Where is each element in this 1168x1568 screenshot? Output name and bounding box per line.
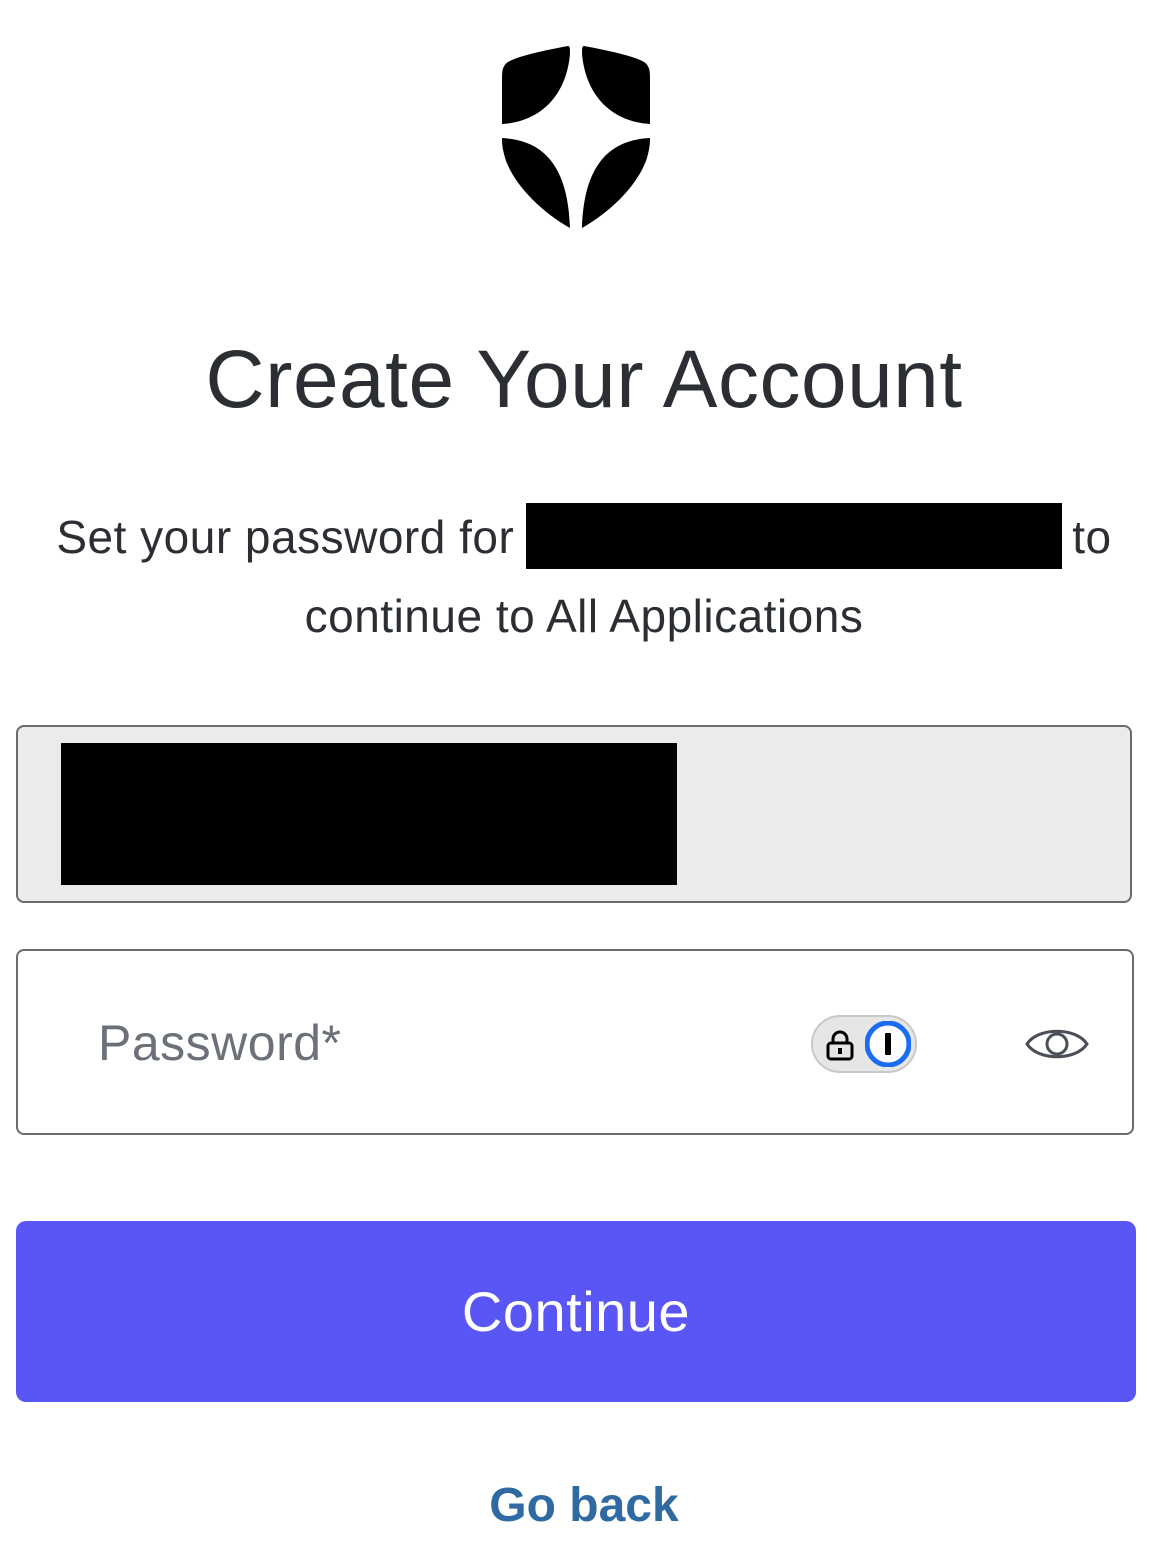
shield-logo-icon	[502, 46, 650, 228]
password-manager-button[interactable]	[811, 1015, 917, 1073]
email-field[interactable]	[16, 725, 1132, 903]
instruction-suffix: to	[1072, 511, 1112, 563]
password-field[interactable]: Password*	[16, 949, 1134, 1135]
1password-icon	[865, 1021, 911, 1067]
instruction-line-2: continue to All Applications	[304, 589, 864, 642]
instruction-text: Set your password for to continue to All …	[0, 500, 1168, 653]
instruction-line-1: Set your password for to	[0, 500, 1168, 579]
page-title: Create Your Account	[205, 334, 963, 425]
lock-icon	[826, 1030, 854, 1061]
go-back-link[interactable]: Go back	[0, 1474, 1168, 1538]
redacted-email-value	[61, 743, 677, 885]
instruction-prefix: Set your password for	[56, 511, 515, 563]
password-placeholder: Password*	[98, 1015, 342, 1071]
redacted-email-inline	[526, 502, 1063, 569]
eye-icon[interactable]	[1024, 1019, 1090, 1069]
continue-button[interactable]: Continue	[16, 1221, 1136, 1402]
